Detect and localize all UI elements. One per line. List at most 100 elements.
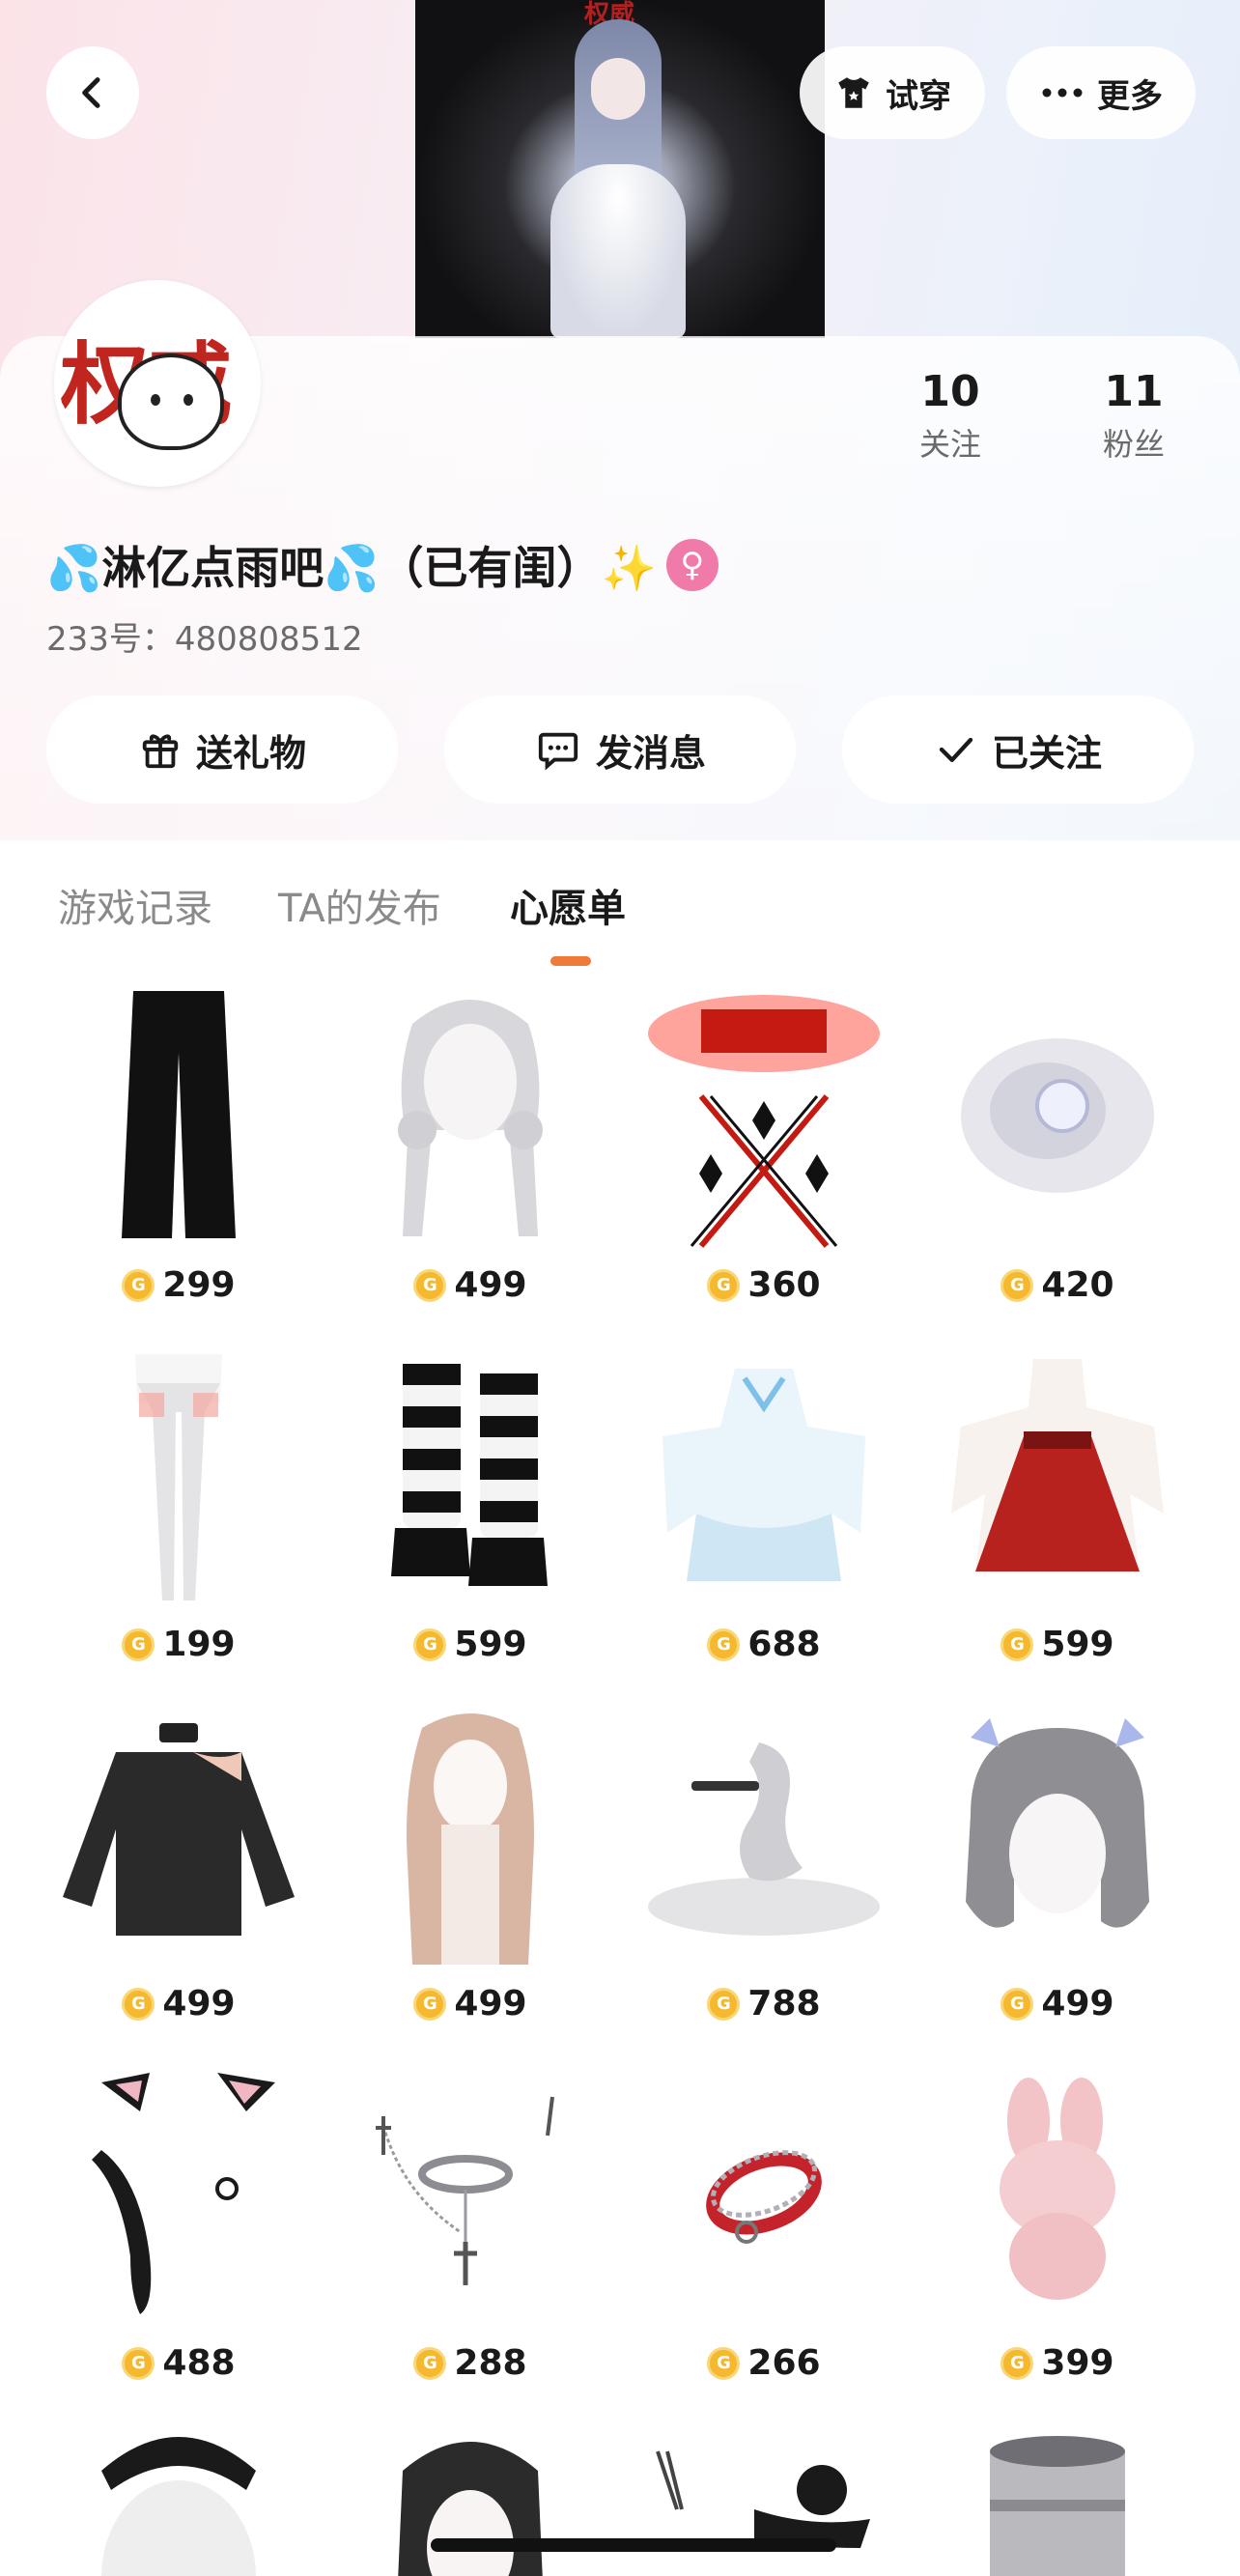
wishlist-item[interactable]: G 688 xyxy=(624,1335,904,1694)
item-price: G 499 xyxy=(917,1984,1198,2024)
avatar-mascot xyxy=(118,354,224,450)
coin-icon: G xyxy=(413,2346,447,2380)
more-label: 更多 xyxy=(1097,76,1163,116)
home-indicator xyxy=(431,2538,836,2552)
fans-count: 11 xyxy=(1104,367,1164,416)
coin-icon: G xyxy=(707,1628,741,1661)
follow-count: 10 xyxy=(920,367,980,416)
coin-icon: G xyxy=(122,2346,155,2380)
price-value: 499 xyxy=(454,1265,527,1305)
maid-headband-image xyxy=(46,2413,311,2576)
more-button[interactable]: 更多 xyxy=(1006,46,1196,139)
red-dress-image xyxy=(925,1335,1190,1615)
wishlist-item[interactable]: G 266 xyxy=(624,2053,904,2413)
gift-icon xyxy=(142,734,179,769)
item-price: G 599 xyxy=(917,1625,1198,1664)
item-price: G 199 xyxy=(39,1625,319,1664)
wishlist-item[interactable]: G 599 xyxy=(917,1335,1198,1694)
try-on-button[interactable]: 试穿 xyxy=(800,46,985,139)
chat-bubble-icon xyxy=(538,732,578,771)
wishlist-item[interactable]: G 299 xyxy=(39,976,319,1335)
female-gender-icon: ♀ xyxy=(665,539,719,591)
white-stockings-image xyxy=(46,1335,311,1615)
cat-ears-tail-image xyxy=(46,2053,311,2334)
blue-dress-image xyxy=(632,1335,896,1615)
coin-icon: G xyxy=(707,1268,741,1302)
wishlist-item[interactable]: G 420 xyxy=(917,976,1198,1335)
coin-icon: G xyxy=(707,1987,741,2021)
back-button[interactable] xyxy=(46,46,139,139)
peach-long-hair-image xyxy=(338,1694,603,1974)
shirt-icon xyxy=(838,77,869,108)
item-price: G 288 xyxy=(330,2343,610,2383)
user-id: 233号：480808512 xyxy=(46,620,363,659)
nickname-row: 💦淋亿点雨吧💦（已有闺）✨ ♀ xyxy=(46,533,719,597)
red-emblem-image xyxy=(632,976,896,1256)
coin-icon: G xyxy=(413,1987,447,2021)
wishlist-item[interactable]: G 288 xyxy=(330,2053,610,2413)
wishlist-item[interactable] xyxy=(39,2413,319,2576)
avatar-figure-dress xyxy=(550,164,686,338)
coin-icon: G xyxy=(1000,1987,1034,2021)
price-value: 488 xyxy=(162,2343,236,2383)
price-value: 288 xyxy=(454,2343,527,2383)
wishlist-item[interactable]: G 499 xyxy=(39,1694,319,2053)
silver-dragon-image xyxy=(632,1694,896,1974)
coin-icon: G xyxy=(1000,1268,1034,1302)
more-dots-icon xyxy=(1042,88,1083,98)
wishlist-item[interactable]: G 360 xyxy=(624,976,904,1335)
item-price: G 266 xyxy=(624,2343,904,2383)
wishlist-item[interactable] xyxy=(917,2413,1198,2576)
item-price: G 788 xyxy=(624,1984,904,2024)
wishlist-item[interactable]: G 788 xyxy=(624,1694,904,2053)
silver-crown-image xyxy=(925,2413,1190,2576)
wishlist-item[interactable]: G 499 xyxy=(330,976,610,1335)
item-price: G 420 xyxy=(917,1265,1198,1305)
item-price: G 599 xyxy=(330,1625,610,1664)
coin-icon: G xyxy=(707,2346,741,2380)
send-message-label: 发消息 xyxy=(595,731,706,775)
avatar[interactable]: 权威 xyxy=(54,280,261,487)
follow-stat[interactable]: 10 关注 xyxy=(892,367,1008,465)
grey-bob-hair-image xyxy=(925,1694,1190,1974)
try-on-label: 试穿 xyxy=(886,76,951,116)
followed-label: 已关注 xyxy=(991,731,1102,775)
wishlist-item[interactable]: G 399 xyxy=(917,2053,1198,2413)
price-value: 299 xyxy=(162,1265,236,1305)
tab-posts[interactable]: TA的发布 xyxy=(278,877,441,933)
price-value: 599 xyxy=(1041,1625,1114,1664)
coin-icon: G xyxy=(122,1628,155,1661)
silver-hair-image xyxy=(338,976,603,1256)
send-message-button[interactable]: 发消息 xyxy=(444,695,796,804)
striped-boots-image xyxy=(338,1335,603,1615)
wishlist-item[interactable]: G 499 xyxy=(330,1694,610,2053)
price-value: 266 xyxy=(747,2343,821,2383)
send-gift-button[interactable]: 送礼物 xyxy=(46,695,398,804)
follow-label: 关注 xyxy=(918,426,981,463)
item-price: G 360 xyxy=(624,1265,904,1305)
price-value: 599 xyxy=(454,1625,527,1664)
price-value: 499 xyxy=(1041,1984,1114,2024)
black-pants-image xyxy=(46,976,311,1256)
followed-button[interactable]: 已关注 xyxy=(842,695,1194,804)
wishlist-item[interactable]: G 599 xyxy=(330,1335,610,1694)
cover-image: 权威 xyxy=(415,0,825,338)
black-sweater-image xyxy=(46,1694,311,1974)
choker-chain-image xyxy=(338,2053,603,2334)
price-value: 420 xyxy=(1041,1265,1114,1305)
item-price: G 688 xyxy=(624,1625,904,1664)
price-value: 399 xyxy=(1041,2343,1114,2383)
wishlist-item[interactable]: G 199 xyxy=(39,1335,319,1694)
tab-wishlist[interactable]: 心愿单 xyxy=(510,877,626,933)
wishlist-item[interactable]: G 488 xyxy=(39,2053,319,2413)
item-price: G 299 xyxy=(39,1265,319,1305)
wishlist-item[interactable]: G 499 xyxy=(917,1694,1198,2053)
fans-stat[interactable]: 11 粉丝 xyxy=(1076,367,1192,465)
coin-icon: G xyxy=(1000,2346,1034,2380)
item-price: G 488 xyxy=(39,2343,319,2383)
coin-icon: G xyxy=(413,1628,447,1661)
misty-aura-image xyxy=(925,976,1190,1256)
item-price: G 499 xyxy=(39,1984,319,2024)
tab-game-records[interactable]: 游戏记录 xyxy=(58,877,212,933)
price-value: 499 xyxy=(162,1984,236,2024)
